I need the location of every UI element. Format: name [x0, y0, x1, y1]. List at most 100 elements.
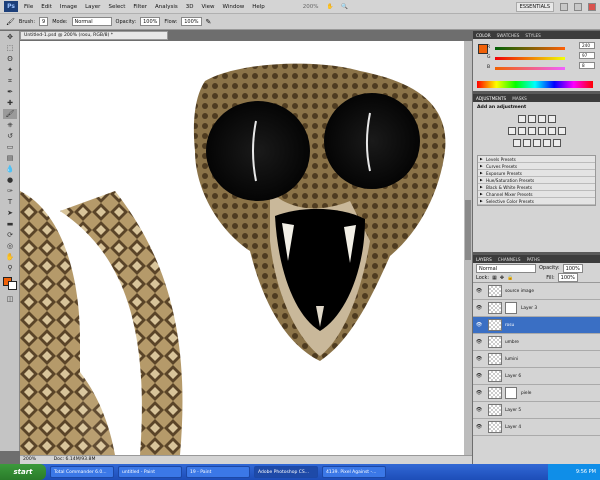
menu-edit[interactable]: Edit — [41, 4, 52, 10]
preset-levels[interactable]: Levels Presets — [478, 156, 595, 163]
airbrush-icon[interactable]: ✎ — [206, 18, 212, 26]
layer-mask-thumbnail[interactable] — [505, 387, 517, 399]
brightness-icon[interactable] — [517, 115, 526, 123]
layer-row[interactable]: 👁 lumini — [473, 351, 600, 368]
preset-channel-mixer[interactable]: Channel Mixer Presets — [478, 191, 595, 198]
posterize-icon[interactable] — [522, 139, 531, 147]
task-total-commander[interactable]: Total Commander 6.0... — [50, 466, 114, 478]
dodge-tool-icon[interactable]: ● — [3, 175, 17, 185]
path-selection-icon[interactable]: ➤ — [3, 208, 17, 218]
shape-tool-icon[interactable]: ▬ — [3, 219, 17, 229]
eyedropper-tool-icon[interactable]: ✒ — [3, 87, 17, 97]
curves-icon[interactable] — [537, 115, 546, 123]
hue-saturation-icon[interactable] — [517, 127, 526, 135]
preset-curves[interactable]: Curves Presets — [478, 163, 595, 170]
brush-tool-icon[interactable]: 🖌 — [3, 109, 17, 119]
lasso-tool-icon[interactable]: ʘ — [3, 54, 17, 64]
workspace-switcher[interactable]: ESSENTIALS — [515, 2, 554, 12]
invert-icon[interactable] — [512, 139, 521, 147]
menu-help[interactable]: Help — [252, 4, 265, 10]
visibility-eye-icon[interactable]: 👁 — [473, 288, 485, 294]
visibility-eye-icon[interactable]: 👁 — [473, 339, 485, 345]
preset-black-white[interactable]: Black & White Presets — [478, 184, 595, 191]
channel-mixer-icon[interactable] — [557, 127, 566, 135]
brush-size-picker[interactable]: 9 — [39, 17, 49, 26]
hand-tool-icon[interactable]: ✋ — [3, 252, 17, 262]
pen-tool-icon[interactable]: ✑ — [3, 186, 17, 196]
marquee-tool-icon[interactable]: ⬚ — [3, 43, 17, 53]
task-untitled-paint[interactable]: untitled - Paint — [118, 466, 182, 478]
visibility-eye-icon[interactable]: 👁 — [473, 322, 485, 328]
lock-position-icon[interactable]: ✥ — [500, 275, 504, 281]
status-zoom[interactable]: 200% — [23, 457, 36, 462]
crop-tool-icon[interactable]: ⌗ — [3, 76, 17, 86]
menu-filter[interactable]: Filter — [133, 4, 147, 10]
tab-paths[interactable]: PATHS — [527, 257, 540, 262]
threshold-icon[interactable] — [532, 139, 541, 147]
visibility-eye-icon[interactable]: 👁 — [473, 305, 485, 311]
type-tool-icon[interactable]: T — [3, 197, 17, 207]
g-slider[interactable]: G — [487, 55, 565, 60]
layer-mask-thumbnail[interactable] — [505, 302, 517, 314]
visibility-eye-icon[interactable]: 👁 — [473, 424, 485, 430]
tab-layers[interactable]: LAYERS — [476, 257, 492, 262]
layer-row[interactable]: 👁 Layer 5 — [473, 402, 600, 419]
layer-row[interactable]: 👁 Layer 3 — [473, 300, 600, 317]
preset-selective-color[interactable]: Selective Color Presets — [478, 198, 595, 205]
r-value-input[interactable]: 240 — [579, 42, 595, 49]
menu-image[interactable]: Image — [60, 4, 77, 10]
history-brush-icon[interactable]: ↺ — [3, 131, 17, 141]
lock-pixels-icon[interactable]: ▦ — [492, 275, 497, 281]
minimize-button[interactable] — [560, 3, 568, 11]
start-button[interactable]: start — [0, 464, 46, 480]
menu-3d[interactable]: 3D — [186, 4, 194, 10]
document-tab[interactable]: Untitled-1.psd @ 200% (rosu, RGB/8) * — [20, 31, 168, 40]
hand-tool-icon[interactable]: ✋ — [326, 4, 333, 10]
vibrance-icon[interactable] — [507, 127, 516, 135]
preset-hue-saturation[interactable]: Hue/Saturation Presets — [478, 177, 595, 184]
scrollbar-thumb[interactable] — [465, 200, 471, 260]
zoom-tool-icon[interactable]: ⚲ — [3, 263, 17, 273]
gradient-tool-icon[interactable]: ▤ — [3, 153, 17, 163]
background-color-swatch[interactable] — [8, 281, 17, 290]
zoom-level-readout[interactable]: 200% — [303, 4, 319, 10]
lock-all-icon[interactable]: 🔒 — [507, 275, 513, 281]
task-photoshop[interactable]: Adobe Photoshop CS... — [254, 466, 318, 478]
healing-brush-icon[interactable]: ✚ — [3, 98, 17, 108]
visibility-eye-icon[interactable]: 👁 — [473, 356, 485, 362]
b-value-input[interactable]: 8 — [579, 62, 595, 69]
move-tool-icon[interactable]: ✥ — [3, 32, 17, 42]
visibility-eye-icon[interactable]: 👁 — [473, 390, 485, 396]
fill-input[interactable]: 100% — [557, 273, 578, 282]
tab-swatches[interactable]: SWATCHES — [497, 33, 520, 38]
tab-color[interactable]: COLOR — [476, 33, 491, 38]
flow-input[interactable]: 100% — [181, 17, 202, 26]
clock[interactable]: 9:56 PM — [576, 469, 596, 475]
eraser-tool-icon[interactable]: ▭ — [3, 142, 17, 152]
menu-layer[interactable]: Layer — [85, 4, 100, 10]
preset-exposure[interactable]: Exposure Presets — [478, 170, 595, 177]
blur-tool-icon[interactable]: 💧 — [3, 164, 17, 174]
zoom-tool-icon[interactable]: 🔍 — [341, 4, 348, 10]
magic-wand-icon[interactable]: ✦ — [3, 65, 17, 75]
r-slider[interactable]: R — [487, 45, 565, 50]
mode-select[interactable]: Normal — [71, 17, 112, 26]
tab-masks[interactable]: MASKS — [512, 96, 527, 101]
3d-orbit-icon[interactable]: ◎ — [3, 241, 17, 251]
close-button[interactable] — [588, 3, 596, 11]
document-canvas[interactable] — [20, 41, 464, 455]
menu-select[interactable]: Select — [108, 4, 125, 10]
levels-icon[interactable] — [527, 115, 536, 123]
selective-color-icon[interactable] — [552, 139, 561, 147]
menu-analysis[interactable]: Analysis — [155, 4, 178, 10]
menu-file[interactable]: File — [24, 4, 33, 10]
tab-channels[interactable]: CHANNELS — [498, 257, 521, 262]
layer-row[interactable]: 👁 Layer 4 — [473, 419, 600, 436]
layer-row[interactable]: 👁 rosu — [473, 317, 600, 334]
black-white-icon[interactable] — [537, 127, 546, 135]
clone-stamp-icon[interactable]: ⎈ — [3, 120, 17, 130]
maximize-button[interactable] — [574, 3, 582, 11]
menu-window[interactable]: Window — [223, 4, 245, 10]
quick-mask-icon[interactable]: ◫ — [3, 294, 17, 304]
color-spectrum-bar[interactable] — [477, 81, 593, 88]
